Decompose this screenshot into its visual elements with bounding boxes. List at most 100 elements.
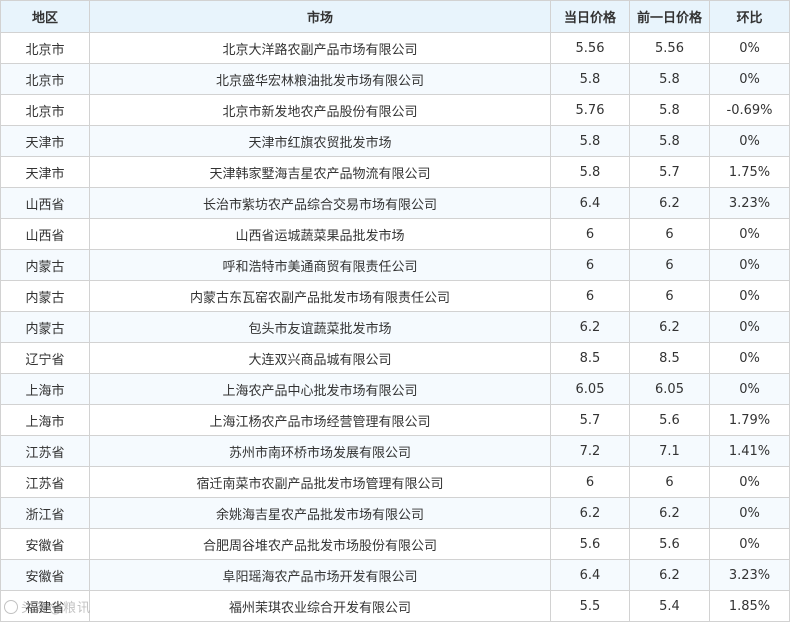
price-table: 地区 市场 当日价格 前一日价格 环比 北京市 北京大洋路农副产品市场有限公司 5.… [0, 0, 790, 622]
cell-prev-price: 6 [629, 466, 710, 498]
header-today-price[interactable]: 当日价格 [550, 0, 630, 33]
cell-today-price: 8.5 [550, 342, 630, 374]
cell-region: 上海市 [0, 404, 90, 436]
cell-prev-price: 5.8 [629, 94, 710, 126]
cell-today-price: 6.05 [550, 373, 630, 405]
cell-change: 0% [709, 466, 790, 498]
table-row: 浙江省 余姚海吉星农产品批发市场有限公司 6.2 6.2 0% [0, 497, 790, 529]
table-row: 北京市 北京市新发地农产品股份有限公司 5.76 5.8 -0.69% [0, 94, 790, 126]
header-region[interactable]: 地区 [0, 0, 90, 33]
cell-change: 0% [709, 218, 790, 250]
cell-prev-price: 7.1 [629, 435, 710, 467]
table-row: 安徽省 合肥周谷堆农产品批发市场股份有限公司 5.6 5.6 0% [0, 528, 790, 560]
header-market[interactable]: 市场 [89, 0, 551, 33]
cell-change: 1.75% [709, 156, 790, 188]
cell-today-price: 6 [550, 249, 630, 281]
table-row: 上海市 上海江杨农产品市场经营管理有限公司 5.7 5.6 1.79% [0, 404, 790, 436]
cell-change: 0% [709, 373, 790, 405]
cell-prev-price: 5.8 [629, 63, 710, 95]
cell-change: 0% [709, 63, 790, 95]
cell-market: 呼和浩特市美通商贸有限责任公司 [89, 249, 551, 281]
header-prev-price[interactable]: 前一日价格 [629, 0, 710, 33]
cell-today-price: 6.4 [550, 559, 630, 591]
cell-region: 福建省 [0, 590, 90, 622]
cell-market: 上海江杨农产品市场经营管理有限公司 [89, 404, 551, 436]
cell-market: 北京大洋路农副产品市场有限公司 [89, 32, 551, 64]
cell-change: 1.79% [709, 404, 790, 436]
cell-today-price: 6 [550, 466, 630, 498]
cell-today-price: 5.5 [550, 590, 630, 622]
cell-change: 0% [709, 249, 790, 281]
cell-region: 上海市 [0, 373, 90, 405]
table-row: 内蒙古 内蒙古东瓦窑农副产品批发市场有限责任公司 6 6 0% [0, 280, 790, 312]
cell-region: 浙江省 [0, 497, 90, 529]
cell-prev-price: 5.7 [629, 156, 710, 188]
cell-change: 3.23% [709, 187, 790, 219]
cell-prev-price: 6.2 [629, 497, 710, 529]
table-body: 北京市 北京大洋路农副产品市场有限公司 5.56 5.56 0% 北京市 北京盛华宏林粮油批… [0, 32, 790, 622]
cell-change: 3.23% [709, 559, 790, 591]
cell-market: 大连双兴商品城有限公司 [89, 342, 551, 374]
header-change[interactable]: 环比 [709, 0, 790, 33]
cell-prev-price: 6.2 [629, 559, 710, 591]
cell-today-price: 6 [550, 280, 630, 312]
cell-region: 安徽省 [0, 559, 90, 591]
table-row: 安徽省 阜阳瑶海农产品市场开发有限公司 6.4 6.2 3.23% [0, 559, 790, 591]
cell-region: 北京市 [0, 94, 90, 126]
table-row: 上海市 上海农产品中心批发市场有限公司 6.05 6.05 0% [0, 373, 790, 405]
cell-today-price: 5.7 [550, 404, 630, 436]
cell-today-price: 5.6 [550, 528, 630, 560]
cell-market: 山西省运城蔬菜果品批发市场 [89, 218, 551, 250]
cell-today-price: 5.8 [550, 156, 630, 188]
cell-change: 0% [709, 32, 790, 64]
cell-prev-price: 5.6 [629, 404, 710, 436]
cell-market: 天津韩家墅海吉星农产品物流有限公司 [89, 156, 551, 188]
table-row: 北京市 北京大洋路农副产品市场有限公司 5.56 5.56 0% [0, 32, 790, 64]
cell-prev-price: 5.56 [629, 32, 710, 64]
cell-change: 0% [709, 125, 790, 157]
table-row: 山西省 长治市紫坊农产品综合交易市场有限公司 6.4 6.2 3.23% [0, 187, 790, 219]
cell-today-price: 6.4 [550, 187, 630, 219]
cell-region: 辽宁省 [0, 342, 90, 374]
cell-today-price: 5.8 [550, 125, 630, 157]
cell-region: 内蒙古 [0, 280, 90, 312]
cell-prev-price: 6 [629, 249, 710, 281]
cell-today-price: 6 [550, 218, 630, 250]
cell-change: 0% [709, 528, 790, 560]
cell-change: 1.85% [709, 590, 790, 622]
cell-region: 江苏省 [0, 435, 90, 467]
cell-region: 内蒙古 [0, 249, 90, 281]
table-header-row: 地区 市场 当日价格 前一日价格 环比 [0, 0, 790, 33]
table-row: 内蒙古 包头市友谊蔬菜批发市场 6.2 6.2 0% [0, 311, 790, 343]
cell-prev-price: 5.6 [629, 528, 710, 560]
cell-change: 0% [709, 311, 790, 343]
cell-region: 江苏省 [0, 466, 90, 498]
cell-market: 苏州市南环桥市场发展有限公司 [89, 435, 551, 467]
table-row: 江苏省 苏州市南环桥市场发展有限公司 7.2 7.1 1.41% [0, 435, 790, 467]
cell-market: 长治市紫坊农产品综合交易市场有限公司 [89, 187, 551, 219]
cell-change: 0% [709, 497, 790, 529]
cell-today-price: 6.2 [550, 497, 630, 529]
cell-prev-price: 6.05 [629, 373, 710, 405]
table-row: 福建省 福州茉琪农业综合开发有限公司 5.5 5.4 1.85% [0, 590, 790, 622]
cell-market: 宿迁南菜市农副产品批发市场管理有限公司 [89, 466, 551, 498]
cell-prev-price: 5.8 [629, 125, 710, 157]
cell-region: 内蒙古 [0, 311, 90, 343]
cell-market: 合肥周谷堆农产品批发市场股份有限公司 [89, 528, 551, 560]
cell-region: 山西省 [0, 187, 90, 219]
cell-prev-price: 5.4 [629, 590, 710, 622]
cell-change: 0% [709, 280, 790, 312]
cell-market: 天津市红旗农贸批发市场 [89, 125, 551, 157]
cell-change: 1.41% [709, 435, 790, 467]
cell-region: 安徽省 [0, 528, 90, 560]
cell-market: 内蒙古东瓦窑农副产品批发市场有限责任公司 [89, 280, 551, 312]
cell-prev-price: 6 [629, 280, 710, 312]
cell-market: 包头市友谊蔬菜批发市场 [89, 311, 551, 343]
cell-today-price: 7.2 [550, 435, 630, 467]
cell-today-price: 5.56 [550, 32, 630, 64]
table-row: 江苏省 宿迁南菜市农副产品批发市场管理有限公司 6 6 0% [0, 466, 790, 498]
cell-today-price: 5.76 [550, 94, 630, 126]
cell-market: 北京盛华宏林粮油批发市场有限公司 [89, 63, 551, 95]
table-row: 山西省 山西省运城蔬菜果品批发市场 6 6 0% [0, 218, 790, 250]
table-row: 北京市 北京盛华宏林粮油批发市场有限公司 5.8 5.8 0% [0, 63, 790, 95]
